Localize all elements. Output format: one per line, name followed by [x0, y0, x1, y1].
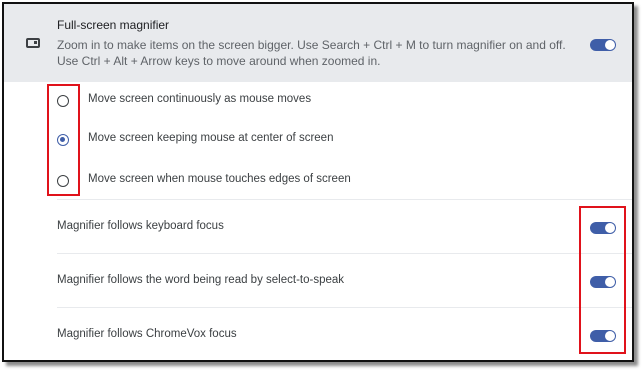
radio-label-edge: Move screen when mouse touches edges of …: [88, 173, 351, 185]
magnifier-title: Full-screen magnifier: [57, 18, 170, 32]
keyboard-focus-label: Magnifier follows keyboard focus: [57, 220, 224, 232]
radio-label-continuous: Move screen continuously as mouse moves: [88, 93, 312, 105]
toggle-knob: [605, 40, 615, 50]
magnifier-icon: [26, 38, 40, 48]
magnifier-toggle[interactable]: [590, 39, 616, 51]
divider: [57, 307, 632, 308]
toggle-highlight-box: [579, 206, 626, 354]
full-screen-magnifier-row: Full-screen magnifier Zoom in to make it…: [4, 4, 632, 82]
select-to-speak-label: Magnifier follows the word being read by…: [57, 274, 345, 286]
magnifier-description: Zoom in to make items on the screen bigg…: [57, 38, 566, 68]
divider: [57, 199, 632, 200]
settings-panel: Full-screen magnifier Zoom in to make it…: [2, 2, 634, 362]
radio-highlight-box: [47, 84, 80, 196]
radio-label-centered: Move screen keeping mouse at center of s…: [88, 132, 334, 144]
divider: [57, 253, 632, 254]
chromevox-focus-label: Magnifier follows ChromeVox focus: [57, 328, 237, 340]
